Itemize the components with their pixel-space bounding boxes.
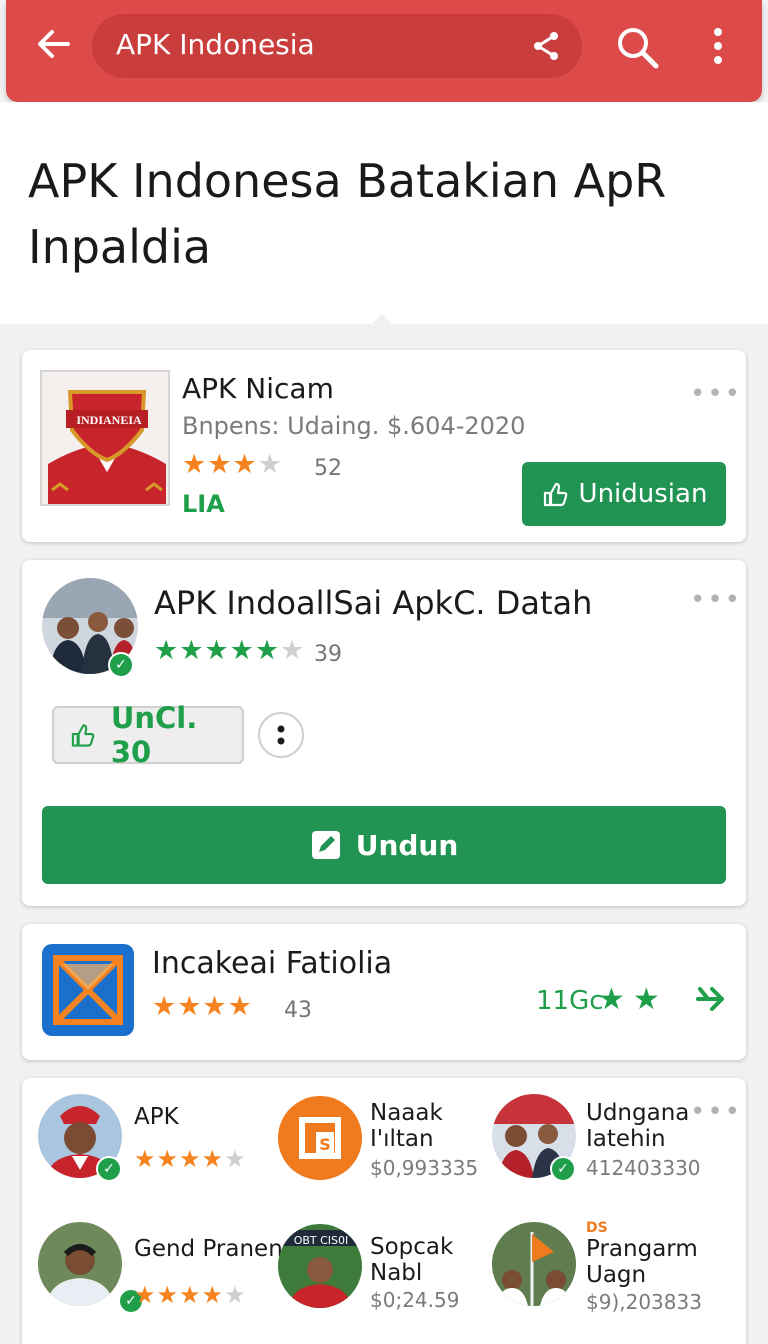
- app-title[interactable]: APK Nicam: [182, 372, 334, 405]
- search-query[interactable]: APK Indonesia: [116, 28, 315, 61]
- search-field[interactable]: APK Indonesia: [92, 14, 582, 78]
- verified-badge-icon: ✓: [550, 1156, 576, 1182]
- app-title[interactable]: APK IndoallSai ApkC. Datah: [154, 584, 592, 622]
- grid-item-title-line1: Prangarm: [586, 1236, 698, 1262]
- rating-stars: ★★★★: [152, 992, 253, 1022]
- edit-icon: [311, 831, 340, 859]
- rating-count: 43: [284, 998, 312, 1023]
- card-menu-button[interactable]: •••: [690, 1099, 742, 1125]
- verified-badge-icon: ✓: [96, 1156, 122, 1182]
- featured-stars-icon: ★★: [598, 982, 668, 1017]
- grid-item-avatar[interactable]: [38, 1222, 122, 1306]
- star-icon: ★★★★: [134, 1281, 225, 1309]
- app-card-1[interactable]: INDIANEIA APK Nicam Bnpens: Udaing. $.60…: [22, 350, 746, 542]
- star-icon: ★★★★★: [154, 635, 281, 666]
- vertical-dots-icon: [277, 725, 285, 745]
- grid-item-title[interactable]: Udngana Iatehin: [586, 1100, 689, 1152]
- card-menu-button[interactable]: •••: [690, 381, 742, 407]
- install-button[interactable]: Unidusian: [522, 462, 726, 526]
- grid-item-banner: OBT CIS0I: [293, 1234, 349, 1247]
- app-icon: [42, 944, 134, 1036]
- grid-item-title[interactable]: Naaak I'ıltan: [370, 1100, 443, 1152]
- grid-item-subtitle: $9),203833: [586, 1290, 702, 1314]
- app-thumbnail: INDIANEIA: [40, 370, 170, 506]
- rating-stars: ★★★★: [182, 450, 283, 480]
- rating-stars: ★★★★★: [134, 1144, 247, 1174]
- card-menu-button[interactable]: •••: [690, 587, 742, 613]
- app-bar: APK Indonesia: [6, 0, 762, 102]
- share-button[interactable]: [528, 28, 564, 64]
- grid-item-title-line2: Uagn: [586, 1262, 647, 1288]
- app-card-3[interactable]: Incakeai Fatiolia ★★★★ 43 11Gc ★★: [22, 924, 746, 1060]
- rating-count: 52: [314, 456, 342, 481]
- grid-item-title-line1: Udngana: [586, 1100, 690, 1126]
- thumbs-up-outline-icon: [71, 724, 95, 747]
- grid-item-badge: DS: [586, 1220, 608, 1236]
- star-empty-icon: ★: [224, 1281, 247, 1309]
- grid-item-title[interactable]: Sopcak Nabl: [370, 1234, 453, 1286]
- star-empty-icon: ★: [280, 635, 306, 666]
- search-icon: [618, 28, 659, 69]
- app-size: 11Gc: [536, 986, 604, 1016]
- overflow-menu-button[interactable]: [706, 24, 730, 70]
- rating-stars: ★★★★★: [134, 1280, 247, 1310]
- grid-item-title-line1: Naaak: [370, 1100, 443, 1126]
- grid-item-avatar[interactable]: [492, 1222, 576, 1306]
- rating-count: 39: [314, 642, 342, 667]
- app-grid-card: ••• ✓ APK ★★★★★ S Naaak I'ıltan $0,99333…: [22, 1078, 746, 1344]
- app-title[interactable]: Incakeai Fatiolia: [152, 946, 392, 981]
- grid-item-title-line1: Sopcak: [370, 1234, 454, 1260]
- thumbs-up-icon: [543, 482, 567, 507]
- vertical-dots-icon: [714, 28, 722, 64]
- app-card-2[interactable]: ✓ APK IndoallSai ApkC. Datah ★★★★★★ 39 •…: [22, 560, 746, 906]
- star-icon: ★★★★: [152, 991, 253, 1022]
- svg-text:S: S: [319, 1135, 331, 1154]
- version-chip[interactable]: UnCl. 30: [52, 701, 244, 769]
- install-button-label: Unidusian: [578, 479, 708, 509]
- grid-item-title[interactable]: Prangarm Uagn: [586, 1236, 698, 1288]
- thumbnail-logo-text: INDIANEIA: [76, 413, 142, 427]
- grid-item-subtitle: $0;24.59: [370, 1288, 460, 1312]
- page-title: APK Indonesa Batakian ApR Inpaldia: [28, 154, 667, 274]
- back-arrow-icon: [38, 30, 70, 58]
- star-icon: ★★★: [182, 449, 258, 480]
- share-icon: [534, 32, 558, 60]
- grid-item-title-line2: I'ıltan: [370, 1126, 434, 1152]
- grid-item-subtitle: 412403330: [586, 1156, 701, 1180]
- search-button[interactable]: [614, 24, 660, 70]
- forward-arrow-icon[interactable]: [694, 982, 728, 1024]
- version-chip-label: UnCl. 30: [110, 701, 198, 769]
- download-button-label: Undun: [355, 828, 459, 862]
- page-header: APK Indonesa Batakian ApR Inpaldia: [0, 102, 768, 324]
- star-empty-icon: ★: [257, 449, 283, 480]
- grid-item-title[interactable]: Gend Pranen: [134, 1236, 283, 1262]
- back-button[interactable]: [34, 24, 84, 68]
- header-notch: [372, 314, 392, 324]
- star-empty-icon: ★: [224, 1145, 247, 1173]
- star-icon: ★★★★: [134, 1145, 225, 1173]
- verified-badge-icon: ✓: [108, 652, 134, 678]
- grid-item-title[interactable]: APK: [134, 1104, 179, 1130]
- chip-menu-button[interactable]: [258, 712, 304, 758]
- grid-item-title-line2: Nabl: [370, 1260, 423, 1286]
- grid-item-title-line2: Iatehin: [586, 1126, 666, 1152]
- rating-stars: ★★★★★★: [154, 636, 305, 666]
- download-button[interactable]: Undun: [42, 806, 726, 884]
- grid-item-subtitle: $0,993335: [370, 1156, 479, 1180]
- app-subtitle: Bnpens: Udaing. $.604-2020: [182, 412, 526, 440]
- grid-item-icon[interactable]: S: [278, 1096, 362, 1180]
- app-tag: LIA: [182, 490, 225, 518]
